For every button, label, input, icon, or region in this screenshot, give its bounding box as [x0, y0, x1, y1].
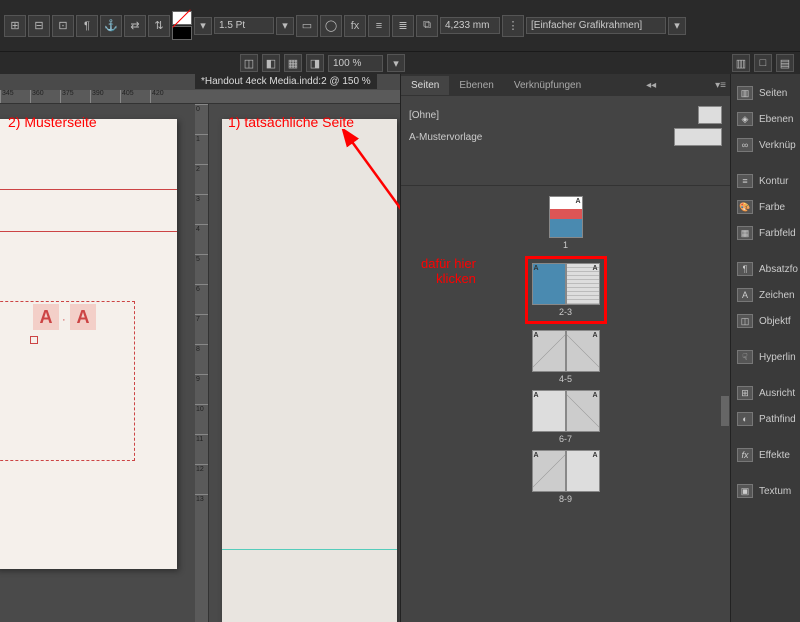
dock-wrap[interactable]: ▣Textum — [731, 478, 800, 504]
master-none-thumb[interactable] — [698, 106, 722, 124]
control-panel-row2: ◫ ◧ ▦ ◨ ▾ ▥ □ ▤ — [0, 52, 800, 74]
flip-h-icon[interactable]: ⇄ — [124, 15, 146, 37]
frame-dd-icon[interactable]: ▾ — [668, 17, 686, 35]
panel-menu-icon[interactable]: ▾≡ — [711, 78, 730, 93]
misc-icon[interactable]: ◫ — [240, 54, 258, 72]
dock-color[interactable]: 🎨Farbe — [731, 194, 800, 220]
right-dock: ▥Seiten ◈Ebenen ∞Verknüp ≡Kontur 🎨Farbe … — [730, 74, 800, 622]
stroke-weight-input[interactable] — [214, 17, 274, 34]
pages-list[interactable]: dafür hier klicken A 1 A A 2-3 A — [401, 186, 730, 622]
master-none-row[interactable]: [Ohne] — [409, 104, 722, 126]
control-panel: ⊞ ⊟ ⊡ ¶ ⚓ ⇄ ⇅ ▾ ▾ ▭ ◯ fx ≡ ≣ ⧉ ⋮ ▾ — [0, 0, 800, 52]
master-a-thumb[interactable] — [674, 128, 722, 146]
stroke-down-icon[interactable]: ▾ — [194, 17, 212, 35]
annotation-arrow — [340, 129, 400, 369]
dock-swatches[interactable]: ▦Farbfeld — [731, 220, 800, 246]
master-page-view[interactable]: A A · — [0, 119, 177, 569]
panel-tabs: Seiten Ebenen Verknüpfungen ◂◂ ▾≡ — [401, 74, 730, 96]
view-icon[interactable]: ▥ — [732, 54, 750, 72]
fill-stroke-swatches[interactable] — [172, 11, 192, 40]
crop-icon[interactable]: ⧉ — [416, 15, 438, 37]
tab-pages[interactable]: Seiten — [401, 76, 449, 95]
view2-icon[interactable]: □ — [754, 54, 772, 72]
page-thumb-2-3[interactable]: A A 2-3 — [532, 263, 600, 317]
document-tab[interactable]: *Handout 4eck Media.indd:2 @ 150 % — [195, 74, 377, 89]
zoom-input[interactable] — [328, 55, 383, 72]
ruler-vertical: 012345678910111213 — [195, 104, 209, 622]
grid2-icon[interactable]: ≣ — [392, 15, 414, 37]
scrollbar-thumb[interactable] — [721, 396, 729, 426]
highlighted-spread: A A 2-3 — [525, 256, 607, 324]
annotation-click: dafür hier klicken — [421, 256, 476, 286]
grid-icon[interactable]: ≡ — [368, 15, 390, 37]
dock-obj[interactable]: ◫Objektf — [731, 308, 800, 334]
align-center-icon[interactable]: ⊟ — [28, 15, 50, 37]
stroke-dd-icon[interactable]: ▾ — [276, 17, 294, 35]
dock-stroke[interactable]: ≡Kontur — [731, 168, 800, 194]
main-area: *Handout 4eck Media.indd:2 @ 150 % 34536… — [0, 74, 800, 622]
align-right-icon[interactable]: ⊡ — [52, 15, 74, 37]
zoom-dd-icon[interactable]: ▾ — [387, 54, 405, 72]
tab-links[interactable]: Verknüpfungen — [504, 76, 591, 95]
view3-icon[interactable]: ▤ — [776, 54, 794, 72]
ellipse-icon[interactable]: ◯ — [320, 15, 342, 37]
text-frame[interactable] — [0, 301, 135, 461]
fx-icon[interactable]: fx — [344, 15, 366, 37]
pages-panel: Seiten Ebenen Verknüpfungen ◂◂ ▾≡ [Ohne]… — [400, 74, 730, 622]
master-pages-section: [Ohne] A-Mustervorlage — [401, 96, 730, 186]
page-thumb-1[interactable]: A 1 — [549, 196, 583, 250]
panel-collapse-icon[interactable]: ◂◂ — [642, 78, 660, 93]
dock-align[interactable]: ⊞Ausricht — [731, 380, 800, 406]
dock-links[interactable]: ∞Verknüp — [731, 132, 800, 158]
misc3-icon[interactable]: ▦ — [284, 54, 302, 72]
annotation-master: 2) Musterseite — [8, 114, 97, 130]
dock-hyper[interactable]: ☟Hyperlin — [731, 344, 800, 370]
dock-layers[interactable]: ◈Ebenen — [731, 106, 800, 132]
annotation-page: 1) tatsächliche Seite — [228, 114, 354, 130]
align-left-icon[interactable]: ⊞ — [4, 15, 26, 37]
tab-layers[interactable]: Ebenen — [449, 76, 503, 95]
anchor-icon[interactable]: ⚓ — [100, 15, 122, 37]
misc4-icon[interactable]: ◨ — [306, 54, 324, 72]
frame-type-input[interactable] — [526, 17, 666, 34]
paragraph-icon[interactable]: ¶ — [76, 15, 98, 37]
master-a-row[interactable]: A-Mustervorlage — [409, 126, 722, 148]
document-canvas[interactable]: *Handout 4eck Media.indd:2 @ 150 % 34536… — [0, 74, 400, 622]
dock-para[interactable]: ¶Absatzfo — [731, 256, 800, 282]
page-thumb-8-9[interactable]: A A 8-9 — [532, 450, 600, 504]
dock-fx[interactable]: fxEffekte — [731, 442, 800, 468]
page-thumb-6-7[interactable]: A A 6-7 — [532, 390, 600, 444]
misc2-icon[interactable]: ◧ — [262, 54, 280, 72]
dimension-input[interactable] — [440, 17, 500, 34]
rect-icon[interactable]: ▭ — [296, 15, 318, 37]
dock-pages[interactable]: ▥Seiten — [731, 80, 800, 106]
page-thumb-4-5[interactable]: A A 4-5 — [532, 330, 600, 384]
frame-handle[interactable] — [30, 336, 38, 344]
flip-v-icon[interactable]: ⇅ — [148, 15, 170, 37]
options-icon[interactable]: ⋮ — [502, 15, 524, 37]
dock-char[interactable]: AZeichen — [731, 282, 800, 308]
dock-path[interactable]: ◐Pathfind — [731, 406, 800, 432]
ruler-horizontal: 345360375390405420 — [0, 90, 400, 104]
